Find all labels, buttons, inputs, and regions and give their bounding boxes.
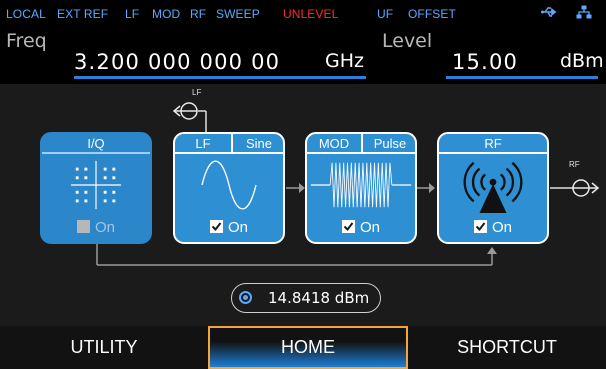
lf-on-label: On	[227, 219, 248, 236]
rf-output-connector-icon[interactable]	[566, 174, 600, 202]
iq-on-label: On	[94, 219, 115, 236]
pulse-icon	[310, 162, 412, 208]
sine-wave-icon	[201, 160, 257, 210]
rf-checkbox[interactable]	[473, 220, 487, 233]
lf-block-header: LF Sine	[175, 134, 283, 154]
mod-type-label[interactable]: Pulse	[363, 134, 415, 152]
antenna-icon	[463, 161, 523, 213]
mod-checkbox[interactable]	[341, 220, 355, 233]
status-local: LOCAL	[6, 7, 46, 21]
mod-block-title: MOD	[318, 136, 350, 151]
status-lf: LF	[125, 7, 140, 21]
level-underline	[446, 76, 598, 79]
utility-softkey[interactable]: UTILITY	[0, 326, 208, 369]
home-softkey[interactable]: HOME	[208, 326, 408, 369]
status-ext-ref: EXT REF	[57, 7, 109, 21]
rf-block[interactable]: RF On	[437, 132, 549, 244]
rf-output-label: RF	[569, 160, 580, 169]
status-uf: UF	[377, 7, 394, 21]
rf-on-label: On	[491, 219, 512, 236]
iq-block-title: I/Q	[42, 134, 150, 154]
signal-flow-panel: LF RF I/Q On LF Sine On MOD Pulse On RF …	[0, 84, 606, 326]
lf-output-label: LF	[192, 88, 202, 97]
mod-block-header: MOD Pulse	[307, 134, 415, 154]
freq-value[interactable]: 3.200 000 000 00	[74, 50, 280, 74]
lf-waveform-label[interactable]: Sine	[233, 134, 283, 152]
status-unlevel: UNLEVEL	[283, 7, 339, 21]
lf-on-toggle[interactable]: On	[175, 217, 283, 239]
parameter-header: Freq 3.200 000 000 00 GHz Level 15.00 dB…	[0, 26, 606, 84]
level-reading-value: 14.8418 dBm	[268, 289, 370, 307]
level-label: Level	[382, 30, 433, 52]
status-rf: RF	[190, 7, 207, 21]
lf-output-connector-icon[interactable]	[172, 94, 204, 122]
status-bar: LOCAL EXT REF LF MOD RF SWEEP UNLEVEL UF…	[0, 0, 606, 26]
softkey-bar: UTILITY HOME SHORTCUT	[0, 326, 606, 369]
lf-checkbox[interactable]	[209, 220, 223, 233]
lf-block[interactable]: LF Sine On	[173, 132, 285, 244]
mod-on-toggle[interactable]: On	[307, 217, 415, 239]
level-reading[interactable]: 14.8418 dBm	[231, 283, 381, 313]
level-unit[interactable]: dBm	[560, 50, 604, 72]
freq-underline	[74, 76, 366, 79]
rf-block-title: RF	[439, 134, 547, 154]
constellation-icon	[70, 160, 122, 210]
freq-unit[interactable]: GHz	[325, 50, 364, 72]
shortcut-softkey[interactable]: SHORTCUT	[408, 326, 606, 369]
radio-selected-dot	[243, 295, 248, 300]
rf-on-toggle[interactable]: On	[439, 217, 547, 239]
iq-on-toggle[interactable]: On	[42, 217, 150, 239]
iq-checkbox[interactable]	[76, 220, 90, 233]
usb-icon	[541, 7, 557, 17]
mod-block[interactable]: MOD Pulse On	[305, 132, 417, 244]
level-value[interactable]: 15.00	[452, 50, 518, 74]
status-sweep: SWEEP	[216, 7, 260, 21]
status-mod: MOD	[152, 7, 181, 21]
status-offset: OFFSET	[408, 7, 456, 21]
iq-block[interactable]: I/Q On	[40, 132, 152, 244]
mod-on-label: On	[359, 219, 380, 236]
lan-icon	[576, 5, 592, 19]
freq-label: Freq	[6, 30, 47, 52]
lf-block-title: LF	[195, 136, 211, 151]
